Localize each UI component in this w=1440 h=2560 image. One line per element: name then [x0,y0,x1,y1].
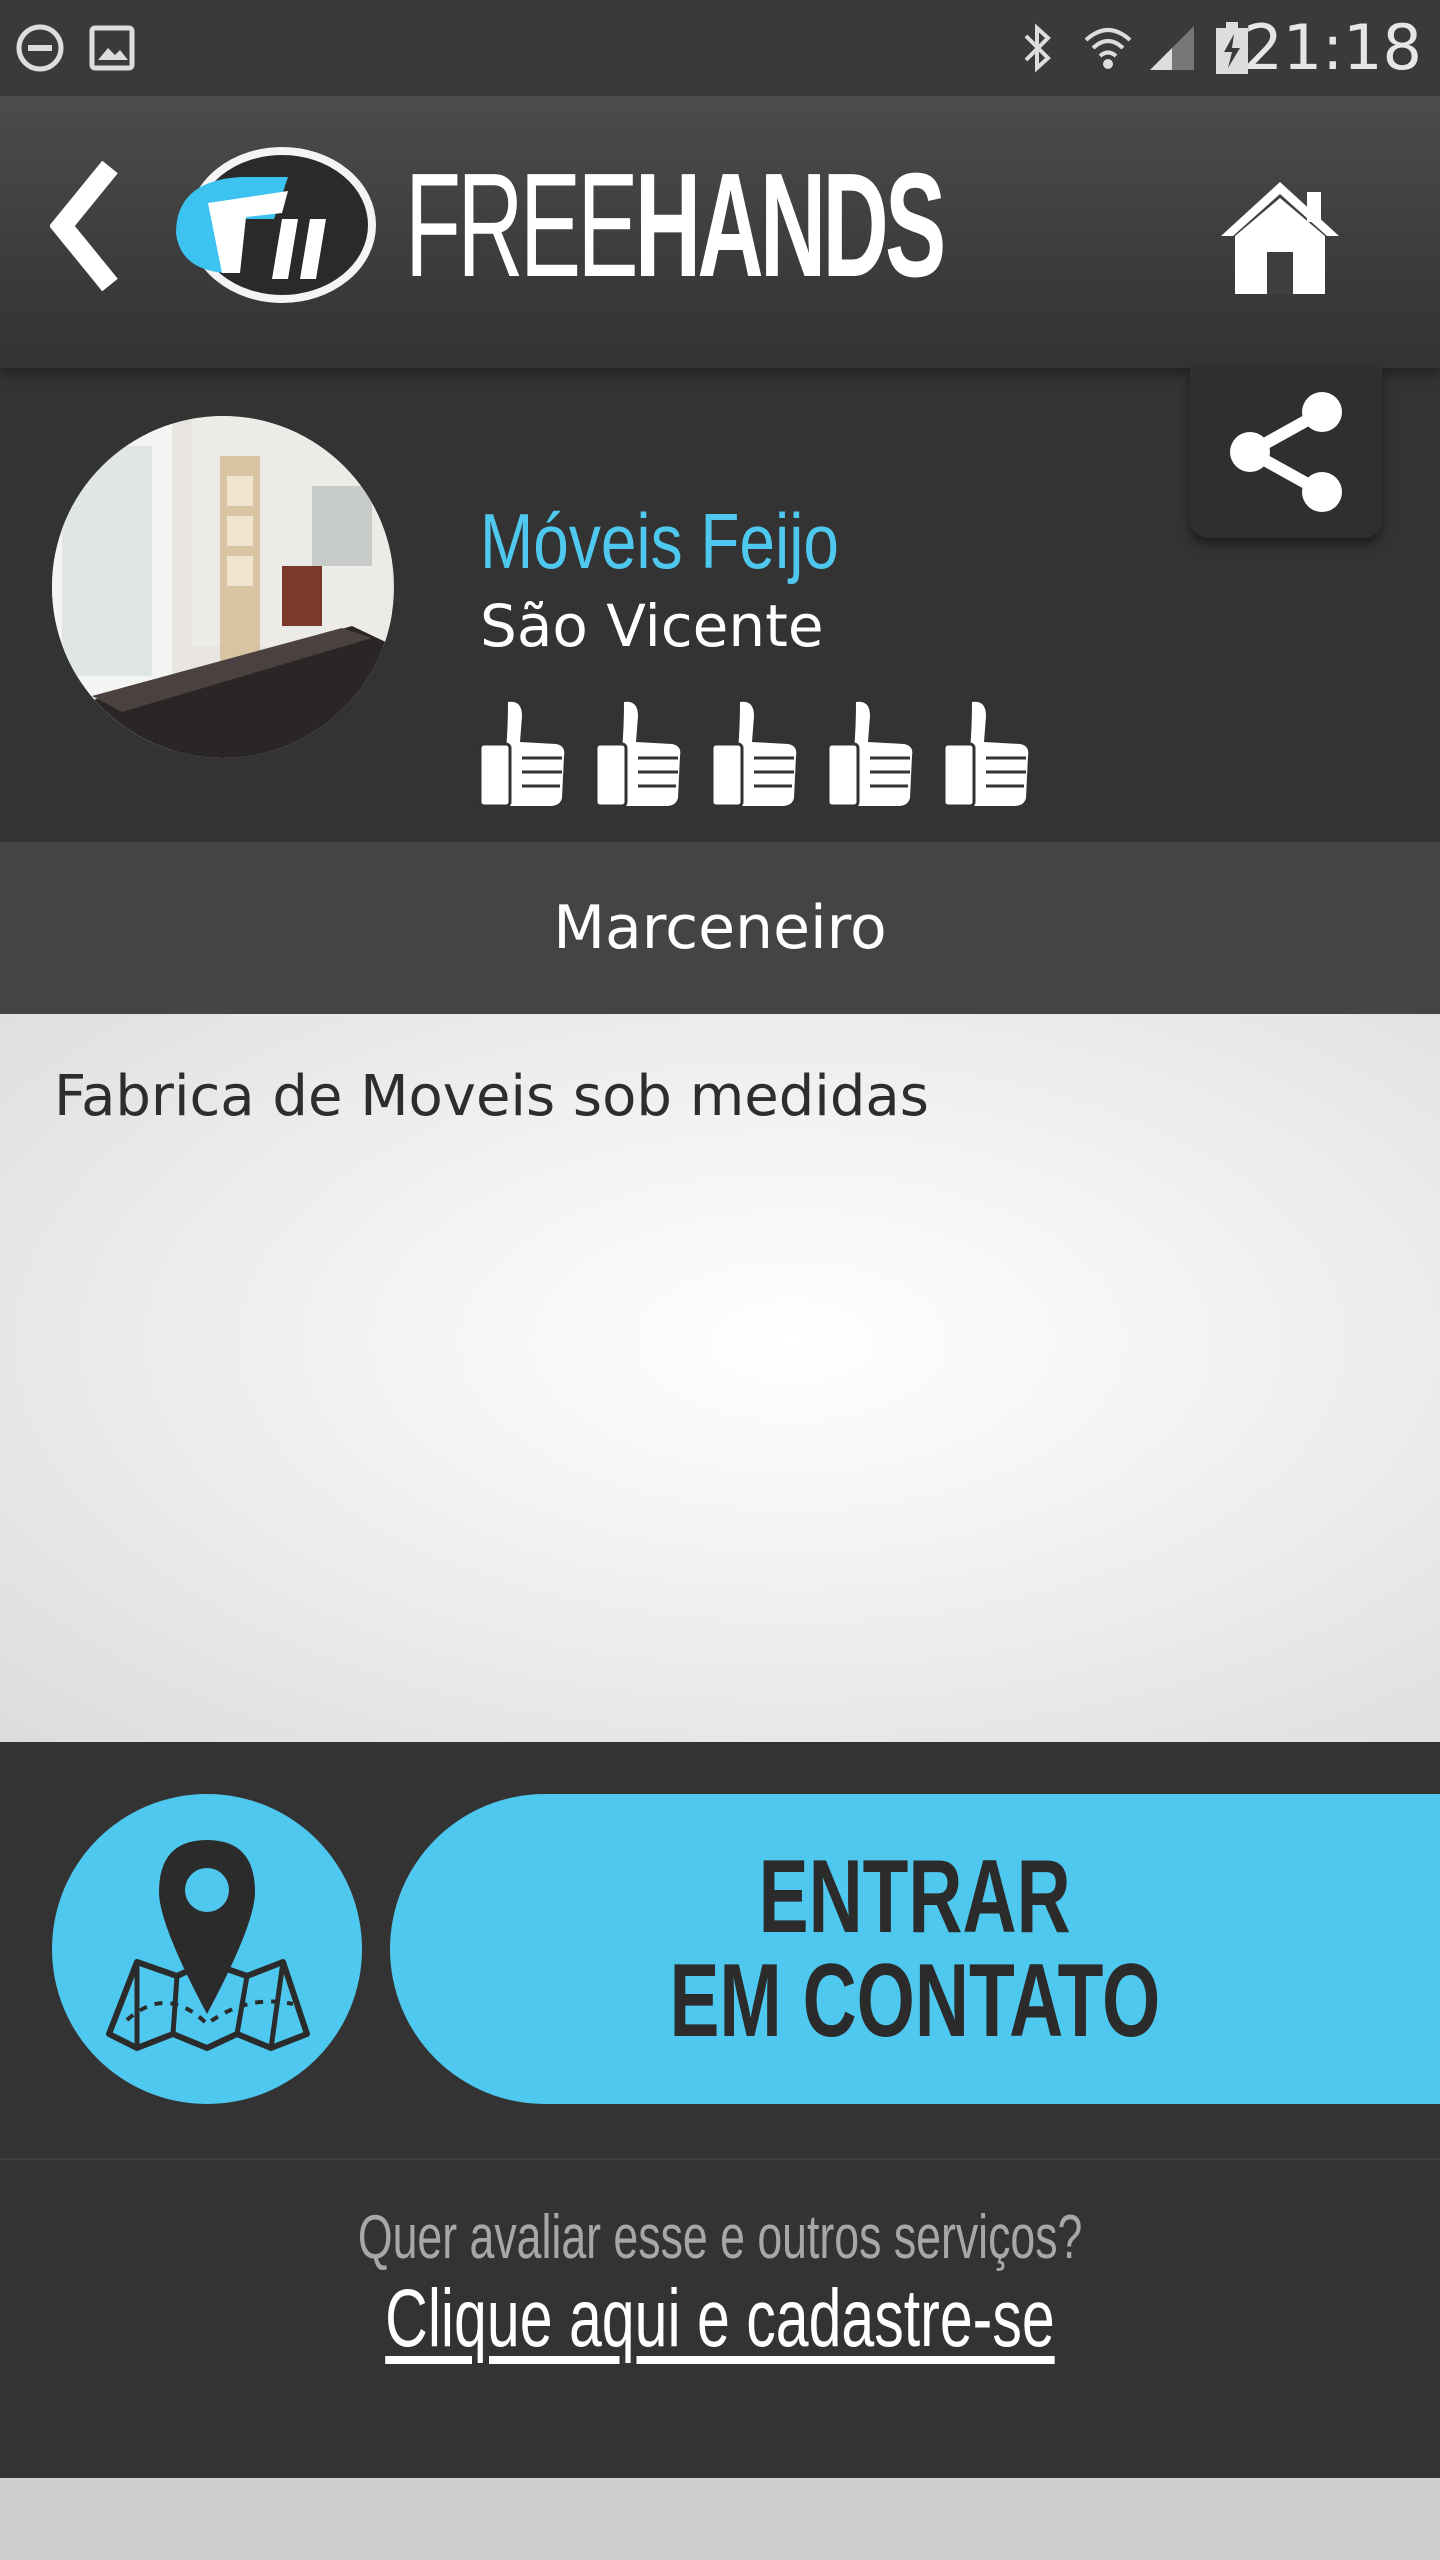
provider-city: São Vicente [480,592,824,660]
provider-name: Móveis Feijo [480,497,840,585]
category-label: Marceneiro [553,893,887,963]
register-link[interactable]: Clique aqui e cadastre-se [0,2272,1440,2366]
rating [478,698,1030,808]
description-text: Fabrica de Moveis sob medidas [54,1064,929,1129]
register-question: Quer avaliar esse e outros serviços? [0,2202,1440,2273]
brand-name: FREEHANDS [405,151,946,301]
brand-name-free: FREE [405,143,639,308]
status-time: 21:18 [1243,11,1422,84]
register-question-text: Quer avaliar esse e outros serviços? [357,2203,1083,2272]
chevron-left-icon [50,161,118,291]
home-button[interactable] [1210,166,1350,306]
category-bar: Marceneiro [0,842,1440,1014]
status-bar: 21:18 [0,0,1440,96]
thumbs-up-icon [478,701,565,808]
contact-label: ENTRAR EM CONTATO [390,1794,1440,2104]
register-link-text: Clique aqui e cadastre-se [385,2273,1055,2364]
home-icon [1221,181,1339,294]
description-panel: Fabrica de Moveis sob medidas [0,1014,1440,1742]
wifi-icon [1082,22,1134,74]
thumbs-up-icon [594,701,681,808]
do-not-disturb-icon [14,22,66,74]
back-button[interactable] [40,156,130,296]
contact-label-line2: EM CONTATO [669,1943,1161,2059]
contact-button[interactable]: ENTRAR EM CONTATO [390,1794,1440,2104]
thumbs-up-icon [826,701,913,808]
thumbs-up-icon [942,701,1029,808]
map-button[interactable] [52,1794,362,2104]
profile-avatar [52,416,394,758]
brand-name-hands: HANDS [634,143,946,308]
share-button[interactable] [1190,368,1382,538]
bluetooth-icon [1012,22,1064,74]
share-icon [1230,392,1342,512]
profile-section: Móveis Feijo São Vicente [0,368,1440,842]
action-section: ENTRAR EM CONTATO [0,1742,1440,2158]
map-pin-icon [106,1840,310,2051]
signal-icon [1146,22,1198,74]
image-icon [86,22,138,74]
app-header: FREEHANDS [0,96,1440,368]
brand-logo [170,141,380,311]
contact-label-line1: ENTRAR [758,1839,1071,1955]
register-section: Quer avaliar esse e outros serviços? Cli… [0,2158,1440,2478]
bottom-strip [0,2478,1440,2560]
thumbs-up-icon [710,701,797,808]
